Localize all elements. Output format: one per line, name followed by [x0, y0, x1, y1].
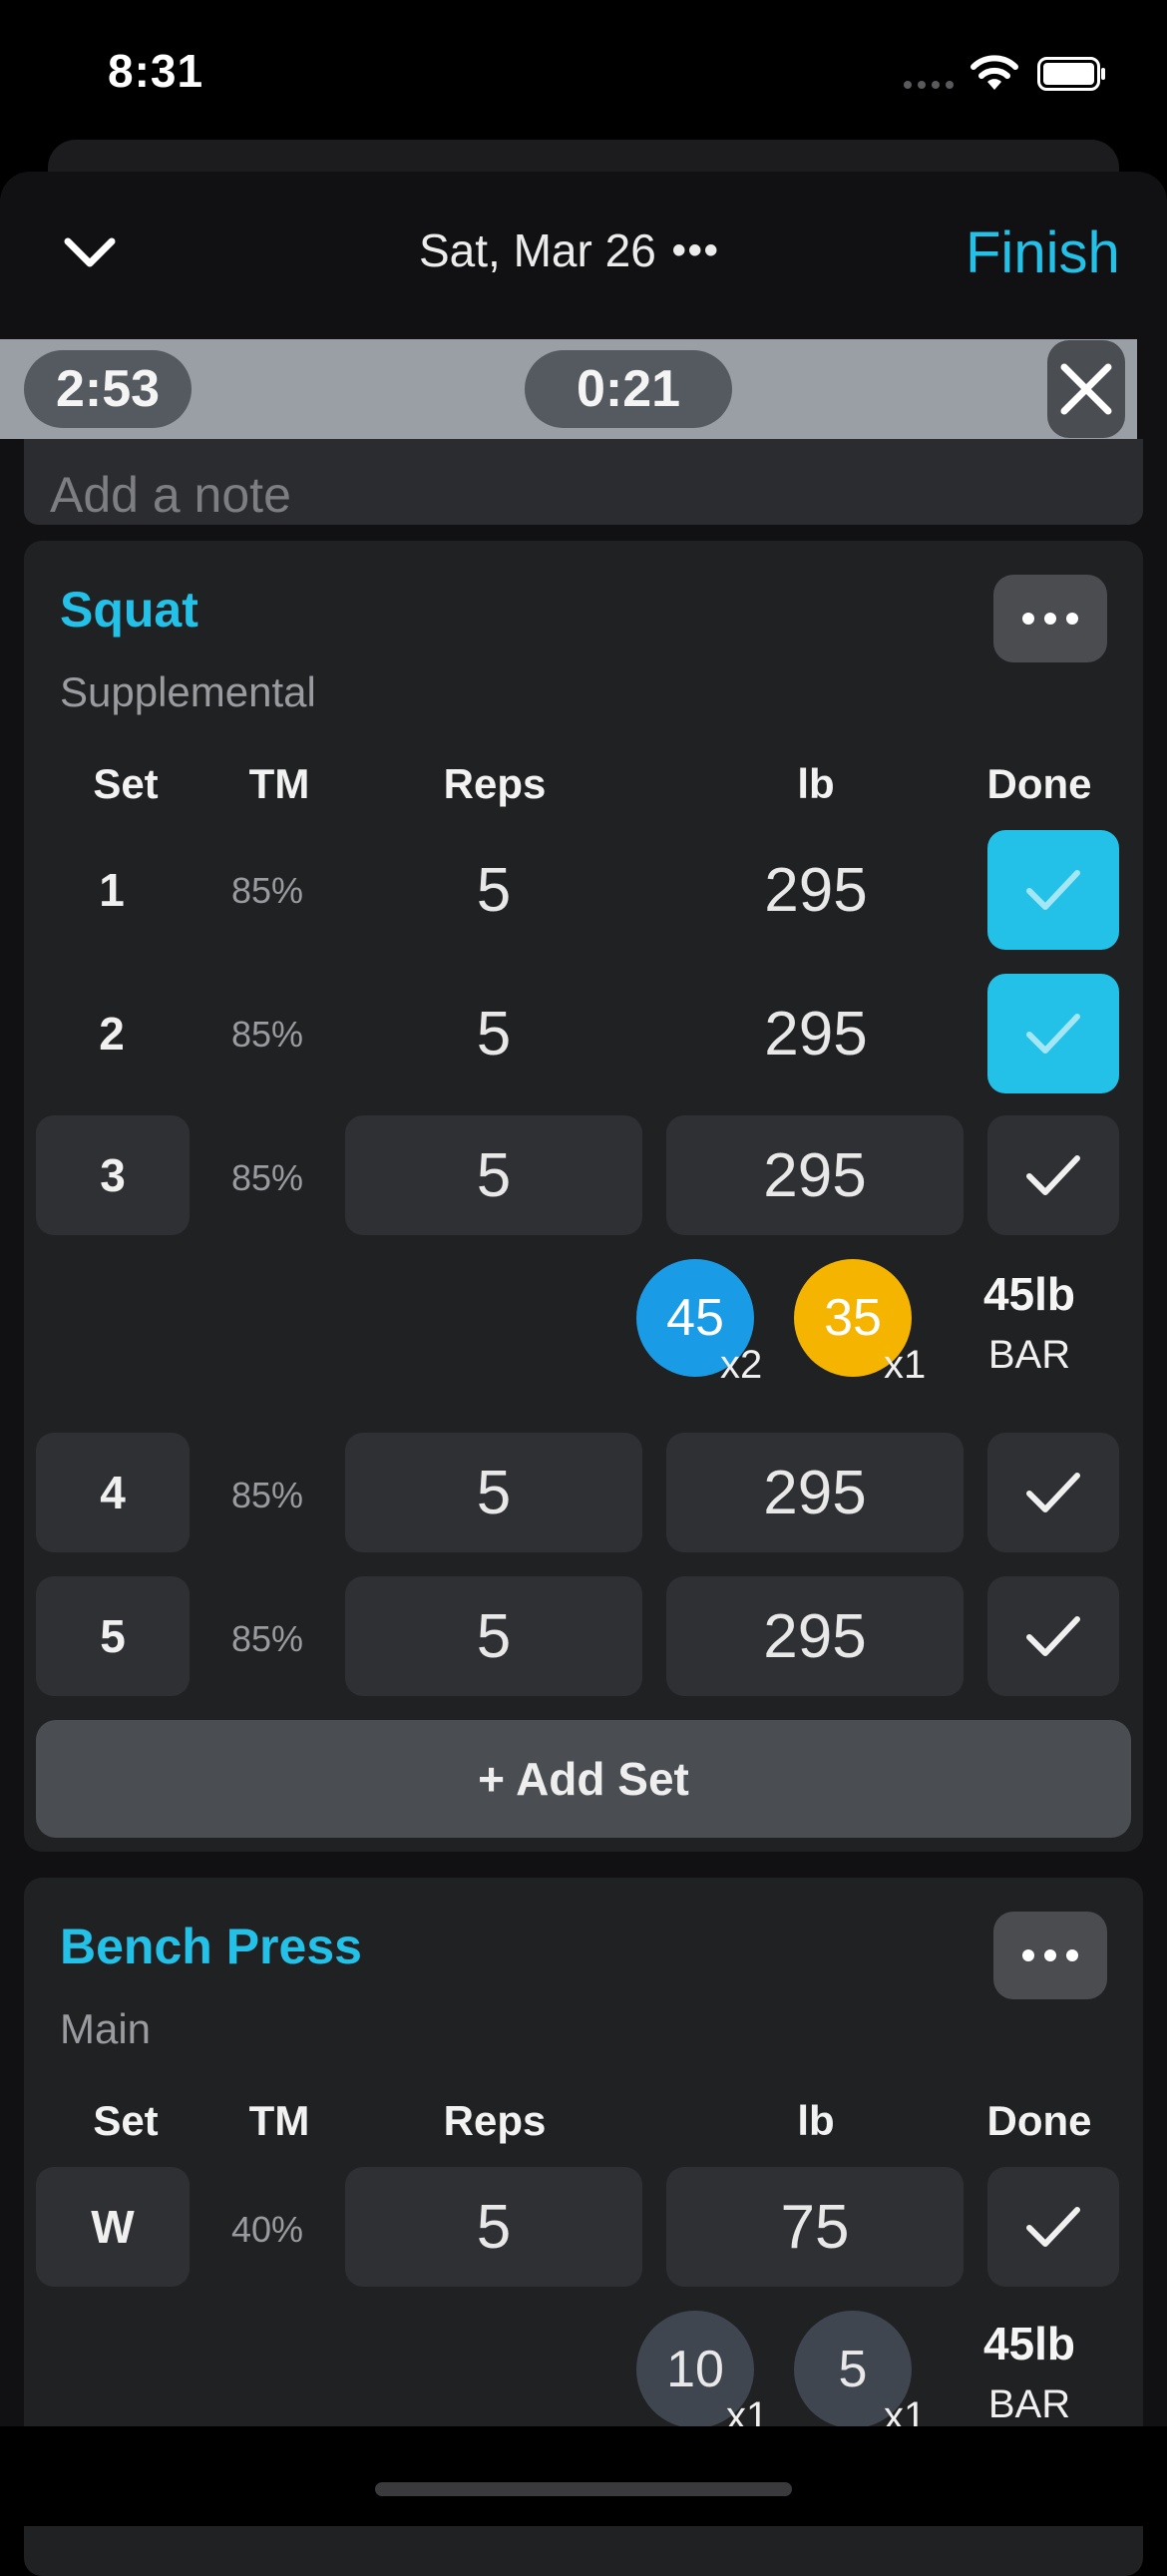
weight-value[interactable]: 295: [666, 830, 966, 950]
checkmark-icon: [1026, 1616, 1080, 1656]
rest-timer[interactable]: 0:21: [525, 350, 732, 428]
checkmark-icon: [1026, 1473, 1080, 1512]
column-reps: Reps: [443, 760, 547, 807]
home-indicator[interactable]: [375, 2482, 792, 2496]
add-set-button[interactable]: + Add Set: [36, 1720, 1131, 1838]
reps-input[interactable]: 5: [345, 1115, 642, 1235]
reps-value[interactable]: 5: [345, 974, 642, 1093]
reps-input[interactable]: 5: [345, 2167, 642, 2287]
done-checkbox[interactable]: [987, 2167, 1119, 2287]
bottom-safe-area: [0, 2426, 1167, 2526]
exercise-type: Supplemental: [60, 668, 316, 715]
weight-value[interactable]: 295: [666, 974, 966, 1093]
note-input[interactable]: Add a note: [24, 439, 1143, 525]
exercise-title[interactable]: Squat: [60, 581, 198, 639]
done-checkbox[interactable]: [987, 830, 1119, 950]
weight-input[interactable]: 295: [666, 1433, 964, 1552]
cellular-signal-icon: [904, 81, 954, 89]
set-number[interactable]: 4: [36, 1433, 190, 1552]
column-set: Set: [93, 2097, 159, 2144]
dot: [1022, 613, 1034, 625]
bar-weight: 45lb: [982, 2318, 1076, 2369]
checkmark-icon: [1026, 2207, 1080, 2247]
column-done: Done: [986, 2097, 1092, 2144]
set-number: 2: [99, 1008, 125, 1060]
set-number[interactable]: 3: [36, 1115, 190, 1235]
column-set: Set: [93, 760, 159, 807]
exercise-more-button[interactable]: [993, 575, 1107, 662]
column-tm: TM: [248, 2097, 310, 2144]
exercise-more-button[interactable]: [993, 1912, 1107, 1999]
weight-input[interactable]: 75: [666, 2167, 964, 2287]
column-weight: lb: [797, 2097, 835, 2144]
wifi-icon: [971, 55, 1018, 90]
done-checkbox[interactable]: [987, 1576, 1119, 1696]
done-checkbox[interactable]: [987, 1115, 1119, 1235]
bar-label: BAR: [987, 2382, 1071, 2426]
exercise-title[interactable]: Bench Press: [60, 1918, 362, 1975]
checkmark-icon: [1026, 1155, 1080, 1195]
status-time: 8:31: [108, 45, 204, 97]
plate-count: x2: [720, 1343, 763, 1387]
checkmark-icon: [1026, 870, 1080, 910]
dot: [1044, 1949, 1056, 1961]
set-tm: 85%: [230, 1475, 304, 1515]
finish-button[interactable]: Finish: [966, 219, 1120, 286]
set-tm: 85%: [230, 870, 304, 911]
dot: [1044, 613, 1056, 625]
set-tm: 85%: [230, 1157, 304, 1198]
column-done: Done: [986, 760, 1092, 807]
column-tm: TM: [248, 760, 310, 807]
set-tm: 85%: [230, 1014, 304, 1055]
date-label: Sat, Mar 26: [419, 224, 656, 276]
battery-icon: [1037, 57, 1105, 91]
column-weight: lb: [797, 760, 835, 807]
close-timer-button[interactable]: [1047, 340, 1125, 438]
reps-input[interactable]: 5: [345, 1433, 642, 1552]
workout-date[interactable]: Sat, Mar 26 •••: [419, 223, 748, 277]
dot: [1066, 1949, 1078, 1961]
bar-weight: 45lb: [982, 1268, 1076, 1320]
elapsed-timer[interactable]: 2:53: [24, 350, 192, 428]
exercise-type: Main: [60, 2005, 152, 2052]
more-icon: •••: [671, 227, 720, 272]
reps-value[interactable]: 5: [345, 830, 642, 950]
checkmark-icon: [1026, 1014, 1080, 1054]
set-number[interactable]: W: [36, 2167, 190, 2287]
set-tm: 85%: [230, 1618, 304, 1659]
weight-input[interactable]: 295: [666, 1576, 964, 1696]
set-tm: 40%: [230, 2209, 304, 2250]
chevron-down-icon[interactable]: [60, 229, 120, 277]
plate-count: x1: [884, 1343, 927, 1387]
dot: [1066, 613, 1078, 625]
done-checkbox[interactable]: [987, 1433, 1119, 1552]
dot: [1022, 1949, 1034, 1961]
done-checkbox[interactable]: [987, 974, 1119, 1093]
reps-input[interactable]: 5: [345, 1576, 642, 1696]
column-reps: Reps: [443, 2097, 547, 2144]
set-number: 1: [99, 864, 125, 916]
set-number[interactable]: 5: [36, 1576, 190, 1696]
weight-input[interactable]: 295: [666, 1115, 964, 1235]
close-icon: [1060, 363, 1112, 415]
bar-label: BAR: [987, 1333, 1071, 1377]
